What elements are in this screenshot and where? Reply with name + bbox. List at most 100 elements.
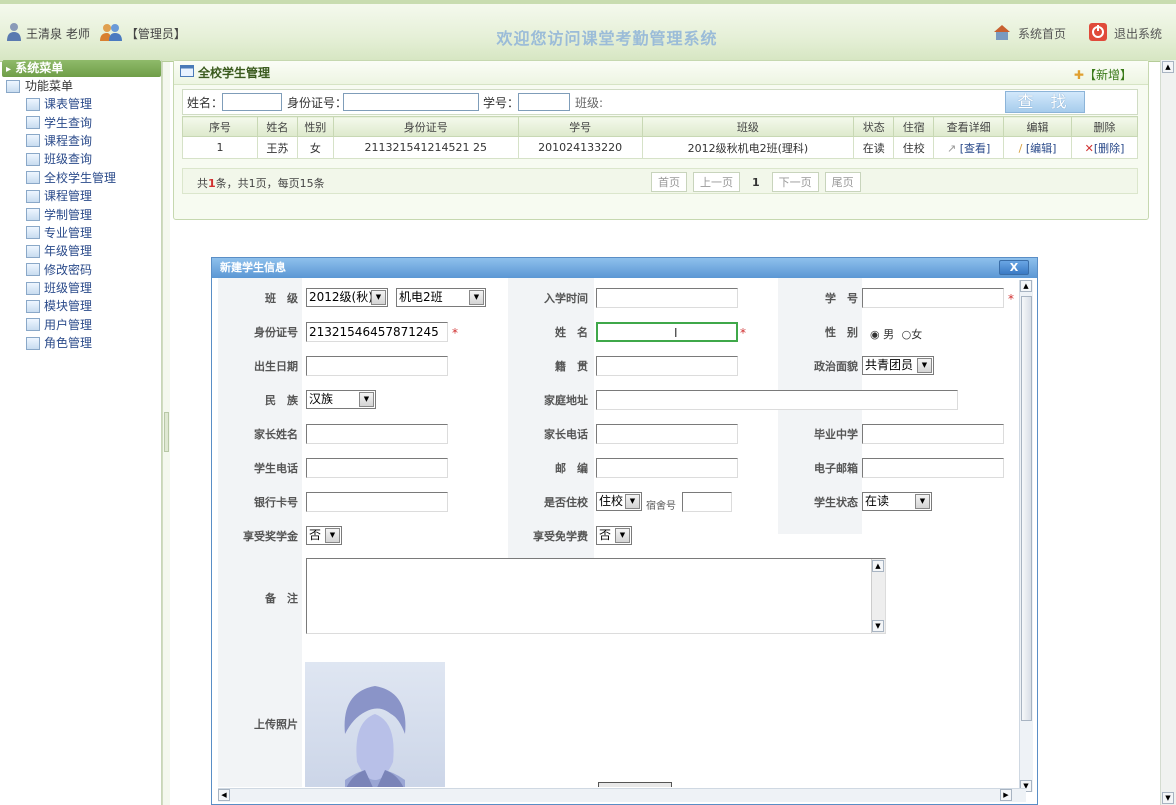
- scroll-down-icon[interactable]: ▼: [872, 620, 884, 632]
- parent-phone-input[interactable]: [596, 424, 738, 444]
- dialog-title-bar: 新建学生信息 X: [212, 258, 1037, 278]
- search-sno-input[interactable]: [518, 93, 570, 111]
- sidebar-item[interactable]: 模块管理: [2, 297, 161, 315]
- column-header: 编辑: [1003, 116, 1072, 137]
- page-icon: [26, 134, 40, 148]
- dialog-horizontal-scrollbar[interactable]: ◀ ▶: [218, 788, 1026, 802]
- logout-link[interactable]: 退出系统: [1114, 25, 1162, 42]
- add-student-link[interactable]: ✚【新增】: [1074, 66, 1132, 83]
- sidebar-splitter[interactable]: [162, 62, 170, 805]
- view-icon: ↗: [946, 141, 957, 155]
- logout-icon[interactable]: [1088, 22, 1108, 45]
- delete-link[interactable]: ✕[删除]: [1071, 136, 1138, 159]
- table-row: 1 王苏 女 211321541214521 25 201024133220 2…: [182, 136, 1138, 159]
- sidebar-item-label: 课表管理: [44, 97, 93, 112]
- home-icon[interactable]: [992, 23, 1012, 44]
- political-select[interactable]: 共青团员 ▼: [862, 356, 934, 375]
- political-label: 政治面貌: [814, 360, 858, 373]
- sidebar-item[interactable]: 学制管理: [2, 205, 161, 223]
- phone-input[interactable]: [306, 458, 448, 478]
- home-link[interactable]: 系统首页: [1018, 25, 1066, 42]
- cell-id-no: 211321541214521 25: [332, 136, 519, 159]
- sidebar-item[interactable]: 课程管理: [2, 187, 161, 205]
- first-page-button[interactable]: 首页: [651, 172, 687, 192]
- sno-required-mark: *: [1008, 292, 1014, 306]
- boarding-select[interactable]: 住校 ▼: [596, 492, 642, 511]
- sidebar-item-label: 学制管理: [44, 207, 93, 222]
- gender-male-radio[interactable]: ◉ 男: [870, 328, 894, 341]
- search-id-input[interactable]: [343, 93, 479, 111]
- sidebar-item-label: 全校学生管理: [44, 170, 117, 185]
- name-input[interactable]: I: [596, 322, 738, 342]
- parent-input[interactable]: [306, 424, 448, 444]
- address-input[interactable]: [596, 390, 958, 410]
- state-select[interactable]: 在读 ▼: [862, 492, 932, 511]
- sidebar-item[interactable]: 课表管理: [2, 95, 161, 113]
- bank-input[interactable]: [306, 492, 448, 512]
- scroll-down-icon[interactable]: ▼: [1162, 792, 1174, 804]
- sidebar-items: 课表管理 学生查询 课程查询 班级查询全校学生管理课程管理学制管理专业管理 年级管理 修改…: [2, 95, 161, 352]
- id-label: 身份证号: [254, 326, 298, 339]
- next-page-button[interactable]: 下一页: [771, 172, 819, 192]
- sidebar-item[interactable]: 班级查询: [2, 150, 161, 168]
- splitter-handle[interactable]: [164, 412, 169, 452]
- edit-link[interactable]: / [编辑]: [1003, 136, 1072, 159]
- prev-page-button[interactable]: 上一页: [693, 172, 740, 192]
- upload-button[interactable]: [598, 782, 672, 787]
- sidebar-item[interactable]: 专业管理: [2, 224, 161, 242]
- sidebar-item[interactable]: 用户管理: [2, 316, 161, 334]
- new-student-dialog: 新建学生信息 X 班 级 2012级(秋) ▼ 机电2班 ▼ 入学时间 学 号 * …: [211, 257, 1038, 805]
- grade-select[interactable]: 2012级(秋) ▼: [306, 288, 388, 307]
- last-page-button[interactable]: 尾页: [824, 172, 861, 192]
- scroll-left-icon[interactable]: ◀: [218, 789, 230, 801]
- sidebar-item[interactable]: 班级管理: [2, 279, 161, 297]
- table-header-row: 序号 姓名 性别 身份证号 学号 班级 状态 住宿 查看详细 编辑 删除: [182, 116, 1138, 137]
- sidebar-root[interactable]: 功能菜单: [2, 77, 161, 95]
- postcode-input[interactable]: [596, 458, 738, 478]
- email-input[interactable]: [862, 458, 1004, 478]
- class-select[interactable]: 机电2班 ▼: [396, 288, 486, 307]
- sidebar-item[interactable]: 年级管理: [2, 242, 161, 260]
- sidebar-item[interactable]: 全校学生管理: [2, 169, 161, 187]
- search-name-input[interactable]: [222, 93, 282, 111]
- scholarship-select[interactable]: 否 ▼: [306, 526, 342, 545]
- sno-input[interactable]: [862, 288, 1004, 308]
- form-row-nation: 民 族 汉族 ▼ 家庭地址: [212, 384, 1018, 418]
- cell-index: 1: [182, 136, 258, 159]
- avatar-silhouette-icon: [344, 686, 406, 787]
- dialog-close-button[interactable]: X: [999, 260, 1029, 275]
- sidebar-item-label: 班级管理: [44, 281, 93, 296]
- sidebar-item[interactable]: 角色管理: [2, 334, 161, 352]
- scroll-thumb[interactable]: [1021, 296, 1032, 721]
- native-input[interactable]: [596, 356, 738, 376]
- scroll-up-icon[interactable]: ▲: [1162, 61, 1174, 73]
- birth-label: 出生日期: [254, 360, 298, 373]
- remark-scrollbar[interactable]: ▲ ▼: [871, 559, 885, 633]
- search-name-label: 姓名：: [187, 96, 224, 110]
- sidebar-item[interactable]: 修改密码: [2, 261, 161, 279]
- enroll-date-input[interactable]: [596, 288, 738, 308]
- dialog-vertical-scrollbar[interactable]: ▲ ▼: [1019, 280, 1033, 792]
- nation-select[interactable]: 汉族 ▼: [306, 390, 376, 409]
- free-select[interactable]: 否 ▼: [596, 526, 632, 545]
- gender-female-radio[interactable]: ○女: [902, 328, 923, 341]
- sidebar-item[interactable]: 课程查询: [2, 132, 161, 150]
- school-input[interactable]: [862, 424, 1004, 444]
- search-class-label: 班级:: [575, 96, 604, 110]
- remark-textarea[interactable]: ▲ ▼: [306, 558, 886, 634]
- scroll-up-icon[interactable]: ▲: [872, 560, 884, 572]
- search-button[interactable]: 查 找: [1005, 91, 1085, 113]
- birth-input[interactable]: [306, 356, 448, 376]
- add-icon: ✚: [1073, 68, 1084, 82]
- id-input[interactable]: 21321546457871245: [306, 322, 448, 342]
- scroll-right-icon[interactable]: ▶: [1000, 789, 1012, 801]
- scroll-up-icon[interactable]: ▲: [1020, 280, 1032, 292]
- sidebar-item[interactable]: 学生查询: [2, 113, 161, 131]
- chevron-down-icon: ▼: [915, 494, 930, 509]
- photo-placeholder: [305, 662, 445, 787]
- view-link[interactable]: ↗ [查看]: [933, 136, 1005, 159]
- page-scrollbar[interactable]: ▲ ▼: [1160, 60, 1176, 805]
- student-table: 序号 姓名 性别 身份证号 学号 班级 状态 住宿 查看详细 编辑 删除 1 王苏 女 211321…: [182, 116, 1138, 159]
- page-icon: [26, 299, 40, 313]
- dorm-input[interactable]: [682, 492, 732, 512]
